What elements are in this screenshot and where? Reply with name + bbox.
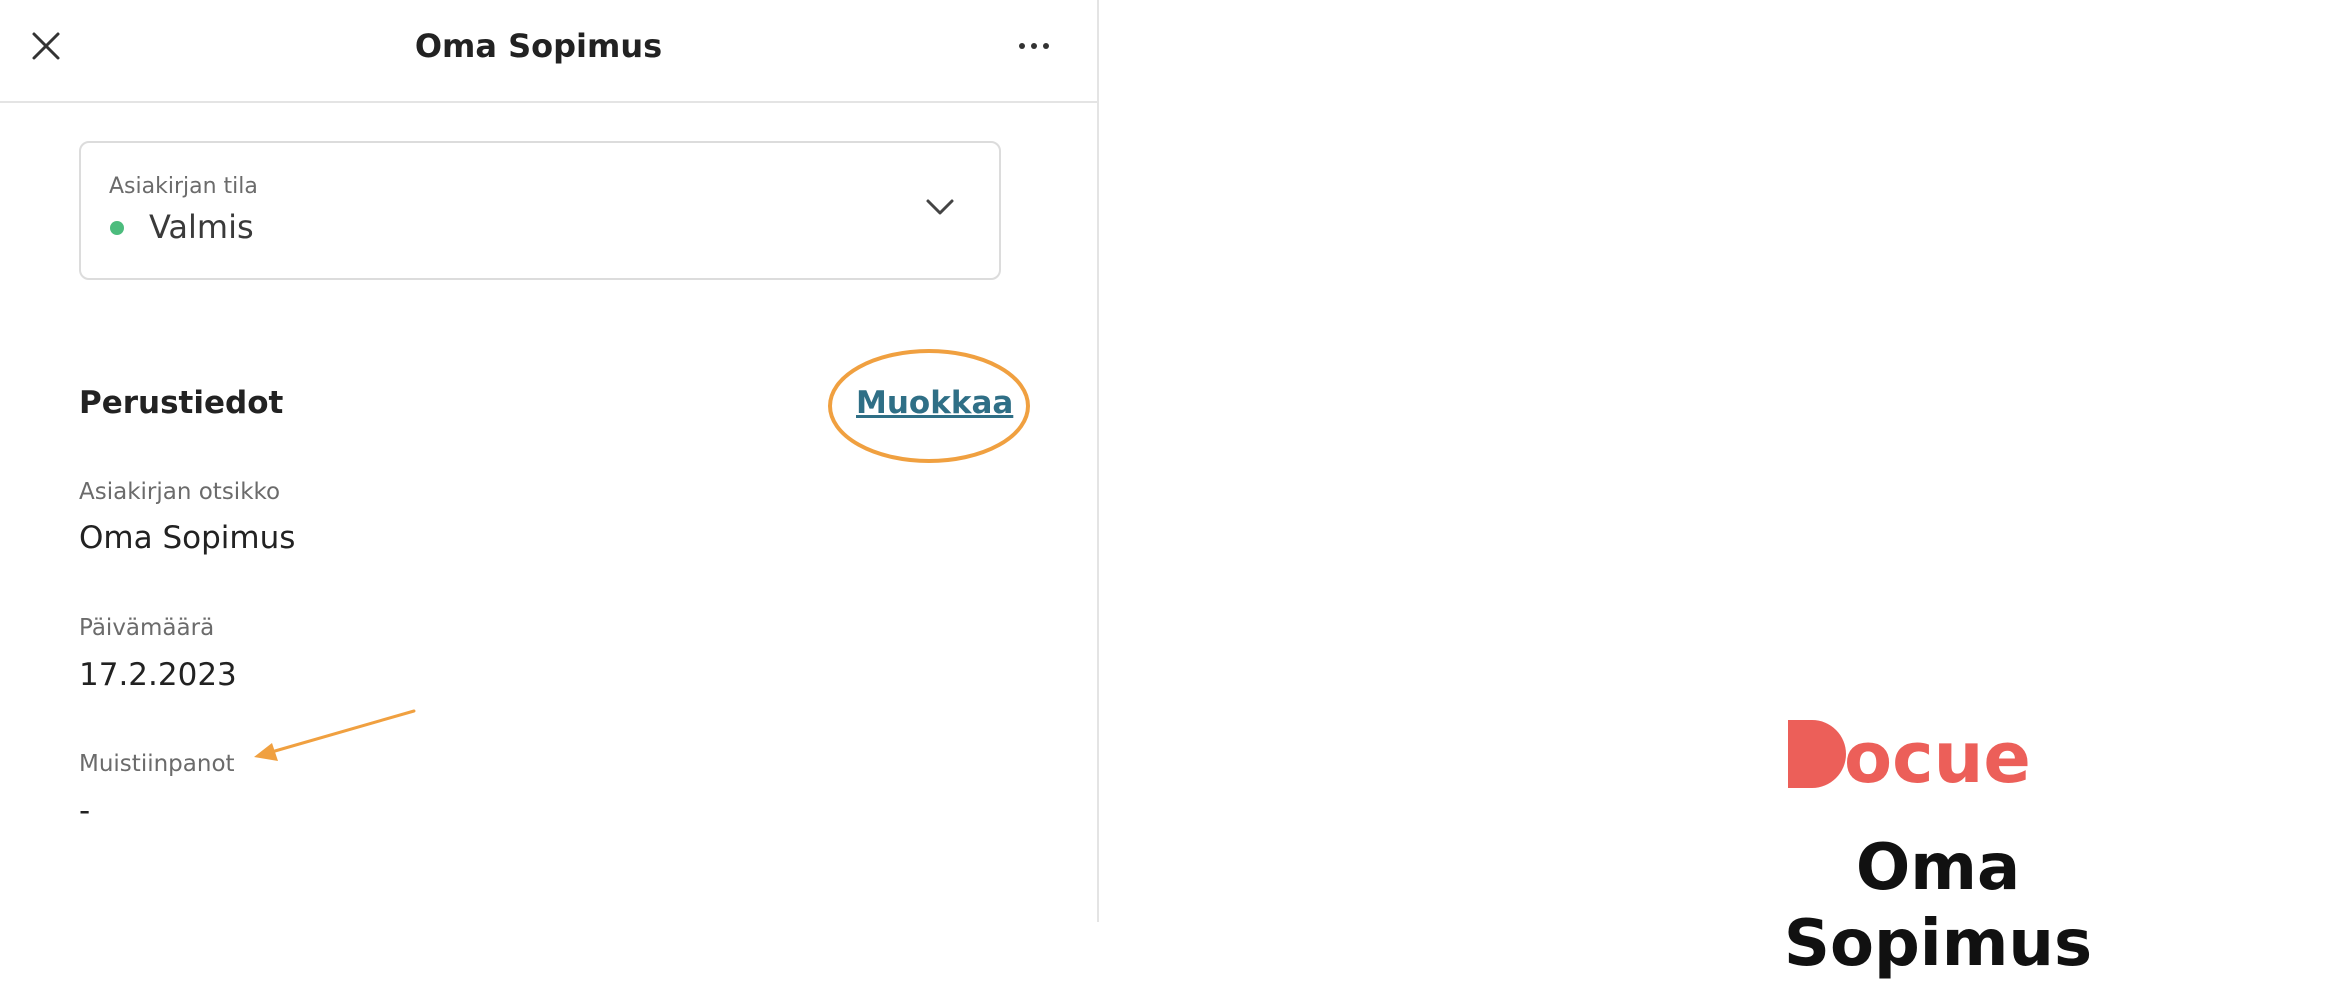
field-label-date: Päivämäärä <box>79 615 215 641</box>
panel-title: Oma Sopimus <box>414 27 663 65</box>
edit-link[interactable]: Muokkaa <box>856 383 1013 423</box>
more-horizontal-icon[interactable] <box>1014 30 1054 62</box>
panel-header: Oma Sopimus <box>0 0 1097 103</box>
field-value-document-title: Oma Sopimus <box>79 520 296 556</box>
svg-text:ocue: ocue <box>1844 720 2031 790</box>
field-label-notes: Muistiinpanot <box>79 751 235 777</box>
field-value-date: 17.2.2023 <box>79 657 237 693</box>
document-status-select[interactable]: Asiakirjan tila Valmis <box>79 141 1001 280</box>
chevron-down-icon[interactable] <box>923 195 957 219</box>
section-title-basic-info: Perustiedot <box>79 385 284 421</box>
preview-document-title: Oma Sopimus <box>1783 831 2093 981</box>
field-label-document-title: Asiakirjan otsikko <box>79 479 281 505</box>
field-value-notes: - <box>79 793 91 829</box>
status-label: Asiakirjan tila <box>109 174 258 199</box>
status-value: Valmis <box>149 208 254 246</box>
document-details-panel: Oma Sopimus Asiakirjan tila Valmis Perus… <box>0 0 1099 922</box>
arrow-annotation <box>254 709 416 761</box>
docue-logo: ocue <box>1788 720 2031 790</box>
status-dot <box>110 221 124 235</box>
